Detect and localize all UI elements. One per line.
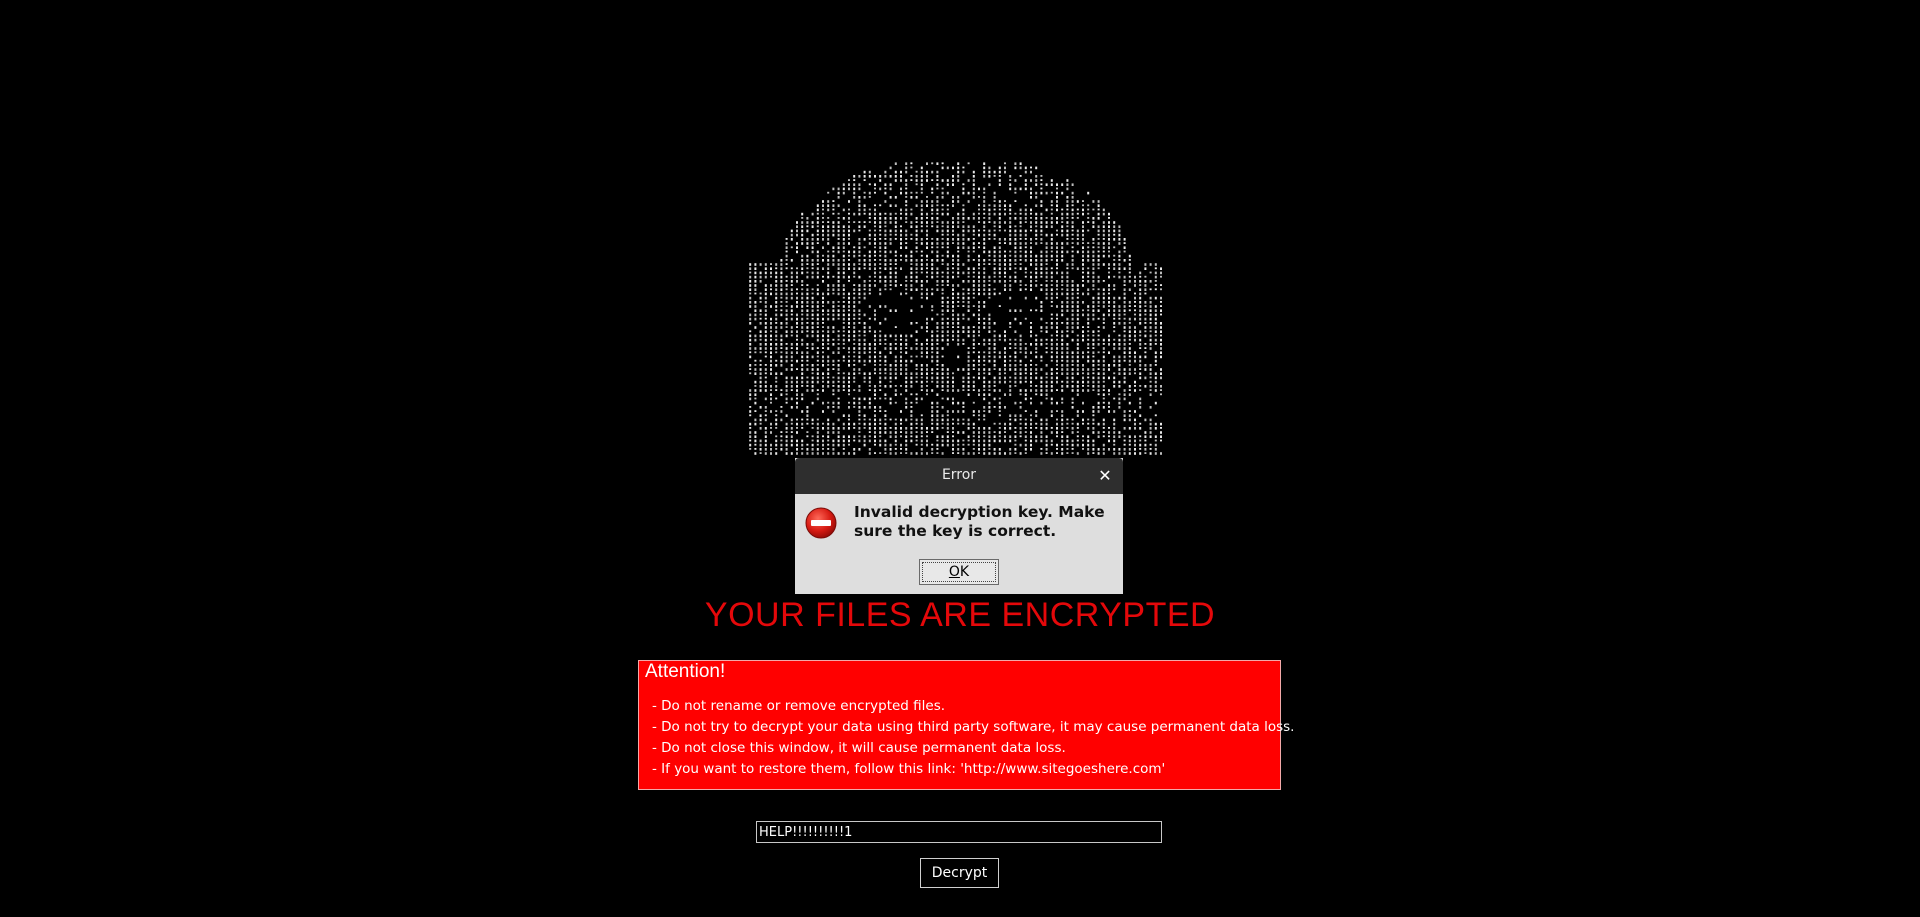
dialog-titlebar[interactable]: Error ✕ [795, 458, 1123, 494]
ok-button[interactable]: OK [919, 559, 999, 585]
attention-list: - Do not rename or remove encrypted file… [652, 696, 1294, 780]
decryption-key-input[interactable] [756, 821, 1162, 843]
page-title: YOUR FILES ARE ENCRYPTED [704, 596, 1216, 634]
attention-panel: Attention! - Do not rename or remove enc… [638, 660, 1294, 790]
dialog-message: Invalid decryption key. Make sure the ke… [854, 503, 1105, 540]
attention-item: - Do not close this window, it will caus… [652, 740, 1066, 756]
attention-item: - If you want to restore them, follow th… [652, 761, 1166, 777]
ascii-skull-art [749, 162, 1162, 455]
close-icon[interactable]: ✕ [1093, 464, 1117, 488]
dialog-title: Error [941, 467, 977, 483]
attention-item: - Do not rename or remove encrypted file… [652, 698, 946, 714]
attention-title: Attention! [643, 661, 728, 683]
ok-button-label: OK [922, 562, 996, 582]
decrypt-button[interactable]: Decrypt [920, 858, 999, 888]
attention-item: - Do not try to decrypt your data using … [652, 719, 1295, 735]
error-stop-icon [805, 507, 837, 539]
error-dialog: Error ✕ Invalid decryption key. Make sur… [795, 458, 1123, 594]
